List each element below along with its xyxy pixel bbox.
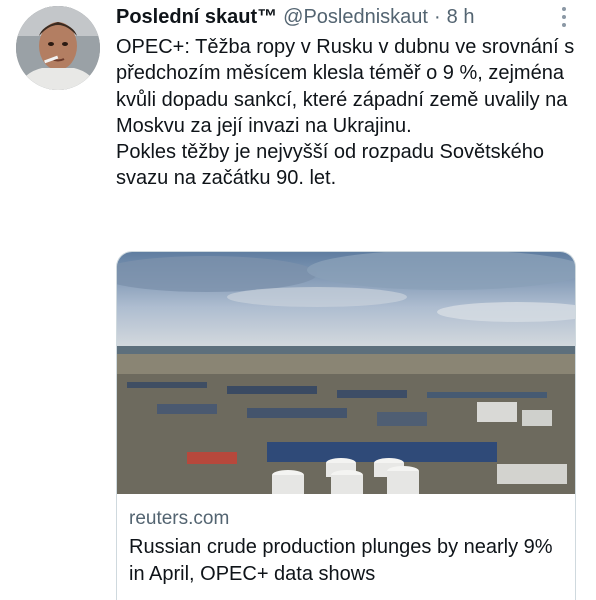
tweet-header: Poslední skaut™ @Posledniskaut · 8 h <box>116 4 556 30</box>
avatar[interactable] <box>16 6 100 90</box>
link-preview-card[interactable]: reuters.com Russian crude production plu… <box>116 251 576 600</box>
author-handle[interactable]: @Posledniskaut <box>283 6 428 29</box>
author-name[interactable]: Poslední skaut™ <box>116 6 277 29</box>
article-image <box>117 252 575 494</box>
tweet-paragraph: OPEC+: Těžba ropy v Rusku v dubnu ve sro… <box>116 36 575 137</box>
more-options-icon[interactable] <box>554 6 574 28</box>
tweet-paragraph: Pokles těžby je nejvyšší od rozpadu Sově… <box>116 141 545 190</box>
separator-dot: · <box>433 5 441 28</box>
card-title: Russian crude production plunges by near… <box>129 536 553 585</box>
card-domain: reuters.com <box>129 508 230 529</box>
card-meta: reuters.com Russian crude production plu… <box>117 494 575 588</box>
tweet-text: OPEC+: Těžba ropy v Rusku v dubnu ve sro… <box>116 34 576 192</box>
avatar-image <box>16 6 100 90</box>
tweet-timestamp[interactable]: 8 h <box>447 6 475 29</box>
